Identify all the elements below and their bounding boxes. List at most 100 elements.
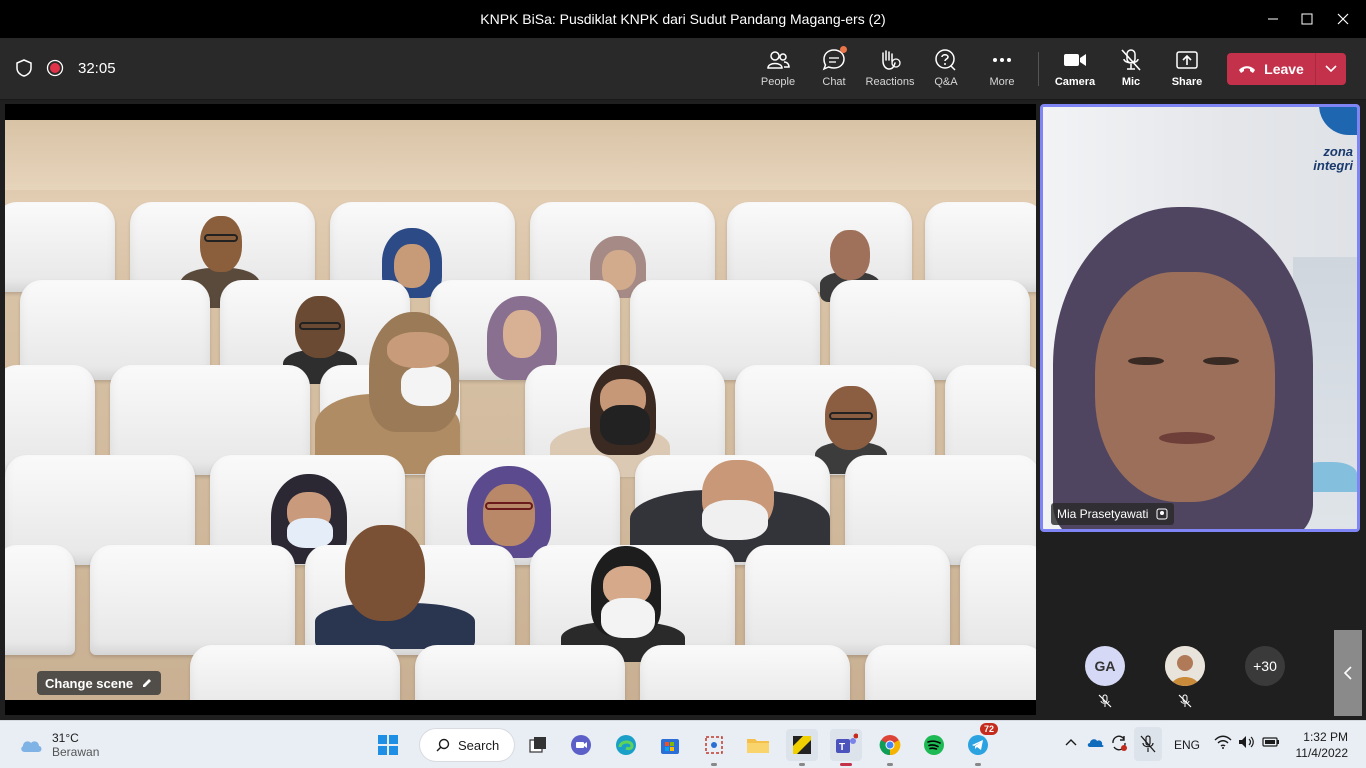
sync-tray[interactable] — [1110, 734, 1128, 755]
snipping-tool-icon — [705, 736, 723, 754]
meeting-status: 32:05 — [16, 59, 116, 77]
phone-hangup-icon — [1239, 66, 1256, 73]
reactions-button[interactable]: Reactions — [860, 48, 920, 88]
participant-name-tag: Mia Prasetyawati — [1051, 503, 1175, 525]
people-icon — [767, 51, 790, 69]
leave-main[interactable]: Leave — [1227, 61, 1315, 77]
leave-label: Leave — [1264, 61, 1304, 77]
task-view-button[interactable] — [522, 729, 554, 761]
close-icon — [1337, 13, 1349, 25]
participant-strip: GA +30 — [1036, 626, 1366, 716]
user-photo-icon — [1165, 646, 1205, 686]
mic-off-icon — [1178, 694, 1192, 708]
telegram-badge: 72 — [979, 723, 998, 735]
seat — [5, 545, 75, 655]
shield-icon[interactable] — [16, 59, 32, 77]
leave-options-button[interactable] — [1316, 65, 1346, 73]
video-chat-icon — [571, 735, 591, 755]
camera-icon — [1064, 54, 1086, 66]
qa-icon — [935, 49, 956, 71]
qa-button[interactable]: Q&A — [916, 48, 976, 88]
meeting-timer: 32:05 — [78, 59, 116, 77]
taskbar-search[interactable]: Search — [420, 729, 514, 761]
pin-icon[interactable] — [1156, 508, 1168, 520]
edge-button[interactable] — [610, 729, 642, 761]
chat-button[interactable]: Chat — [804, 46, 864, 88]
meeting-toolbar: 32:05 People Chat Reactions Q&A More Cam… — [0, 38, 1366, 100]
teams-mic-tray[interactable] — [1134, 727, 1162, 761]
share-button[interactable]: Share — [1157, 48, 1217, 88]
participant-name: Mia Prasetyawati — [1057, 507, 1149, 521]
telegram-icon — [968, 735, 988, 755]
camera-button[interactable]: Camera — [1045, 48, 1105, 88]
camera-label: Camera — [1054, 76, 1096, 88]
leave-button[interactable]: Leave — [1227, 53, 1346, 85]
pinned-participant-video[interactable]: zona integri Mia Prasetyawati — [1040, 104, 1360, 532]
sync-icon — [1112, 735, 1127, 751]
wall-panel — [5, 120, 1036, 190]
seat — [865, 645, 1036, 700]
weather-temp: 31°C — [52, 731, 79, 745]
chat-label: Chat — [822, 76, 846, 88]
teams-icon: T — [836, 733, 858, 753]
tray-overflow-button[interactable] — [1064, 735, 1078, 752]
seat — [5, 202, 115, 292]
maximize-icon — [1301, 13, 1313, 25]
battery-tray[interactable] — [1262, 735, 1280, 752]
spotify-button[interactable] — [918, 729, 950, 761]
svg-text:T: T — [839, 742, 845, 753]
qa-label: Q&A — [934, 76, 958, 88]
chrome-icon — [879, 735, 901, 756]
weather-desc: Berawan — [52, 745, 100, 759]
mic-button[interactable]: Mic — [1101, 48, 1161, 88]
chrome-button[interactable] — [874, 729, 906, 766]
edge-icon — [616, 735, 636, 755]
seat — [640, 645, 850, 700]
collapse-gallery-button[interactable] — [1334, 630, 1362, 716]
window-title: KNPK BiSa: Pusdiklat KNPK dari Sudut Pan… — [480, 11, 886, 27]
together-mode-stage: Change scene — [5, 104, 1036, 715]
snipping-tool-button[interactable] — [698, 729, 730, 766]
more-label: More — [989, 76, 1015, 88]
task-view-icon — [529, 737, 546, 753]
teams-button[interactable]: T — [830, 729, 862, 766]
sticky-notes-button[interactable] — [786, 729, 818, 766]
close-window-button[interactable] — [1320, 0, 1366, 38]
change-scene-button[interactable]: Change scene — [37, 671, 162, 695]
seat — [90, 545, 295, 655]
people-button[interactable]: People — [748, 48, 808, 88]
chevron-left-icon — [1343, 666, 1352, 680]
more-button[interactable]: More — [972, 48, 1032, 88]
folder-icon — [747, 739, 769, 753]
telegram-button[interactable]: 72 — [962, 723, 998, 766]
participant-video — [315, 312, 460, 474]
onedrive-icon — [1087, 739, 1104, 747]
volume-tray[interactable] — [1238, 735, 1256, 752]
people-label: People — [760, 76, 796, 88]
start-button[interactable] — [372, 729, 404, 761]
mic-off-icon — [1098, 694, 1112, 708]
store-icon — [661, 739, 679, 754]
face — [1095, 272, 1275, 502]
more-participants-button[interactable]: +30 — [1245, 646, 1285, 686]
chevron-down-icon — [1325, 65, 1337, 73]
wifi-icon — [1214, 735, 1232, 749]
clock-time: 1:32 PM — [1303, 730, 1348, 744]
share-label: Share — [1171, 76, 1203, 88]
wifi-tray[interactable] — [1214, 735, 1232, 752]
onedrive-tray[interactable] — [1086, 735, 1104, 752]
file-explorer-button[interactable] — [742, 729, 774, 761]
seat — [415, 645, 625, 700]
seat — [960, 545, 1036, 655]
weather-widget[interactable]: 31°C Berawan — [18, 731, 99, 759]
clock-date: 11/4/2022 — [1295, 746, 1349, 760]
reactions-icon — [882, 50, 901, 70]
battery-icon — [1262, 737, 1279, 747]
system-clock[interactable]: 1:32 PM 11/4/2022 — [1290, 729, 1349, 761]
mic-off-icon — [1121, 49, 1141, 71]
participant-avatar[interactable]: GA — [1085, 646, 1125, 686]
language-indicator[interactable]: ENG — [1174, 738, 1200, 752]
store-button[interactable] — [654, 729, 686, 761]
participant-avatar[interactable] — [1165, 646, 1205, 686]
meet-now-button[interactable] — [566, 729, 598, 761]
